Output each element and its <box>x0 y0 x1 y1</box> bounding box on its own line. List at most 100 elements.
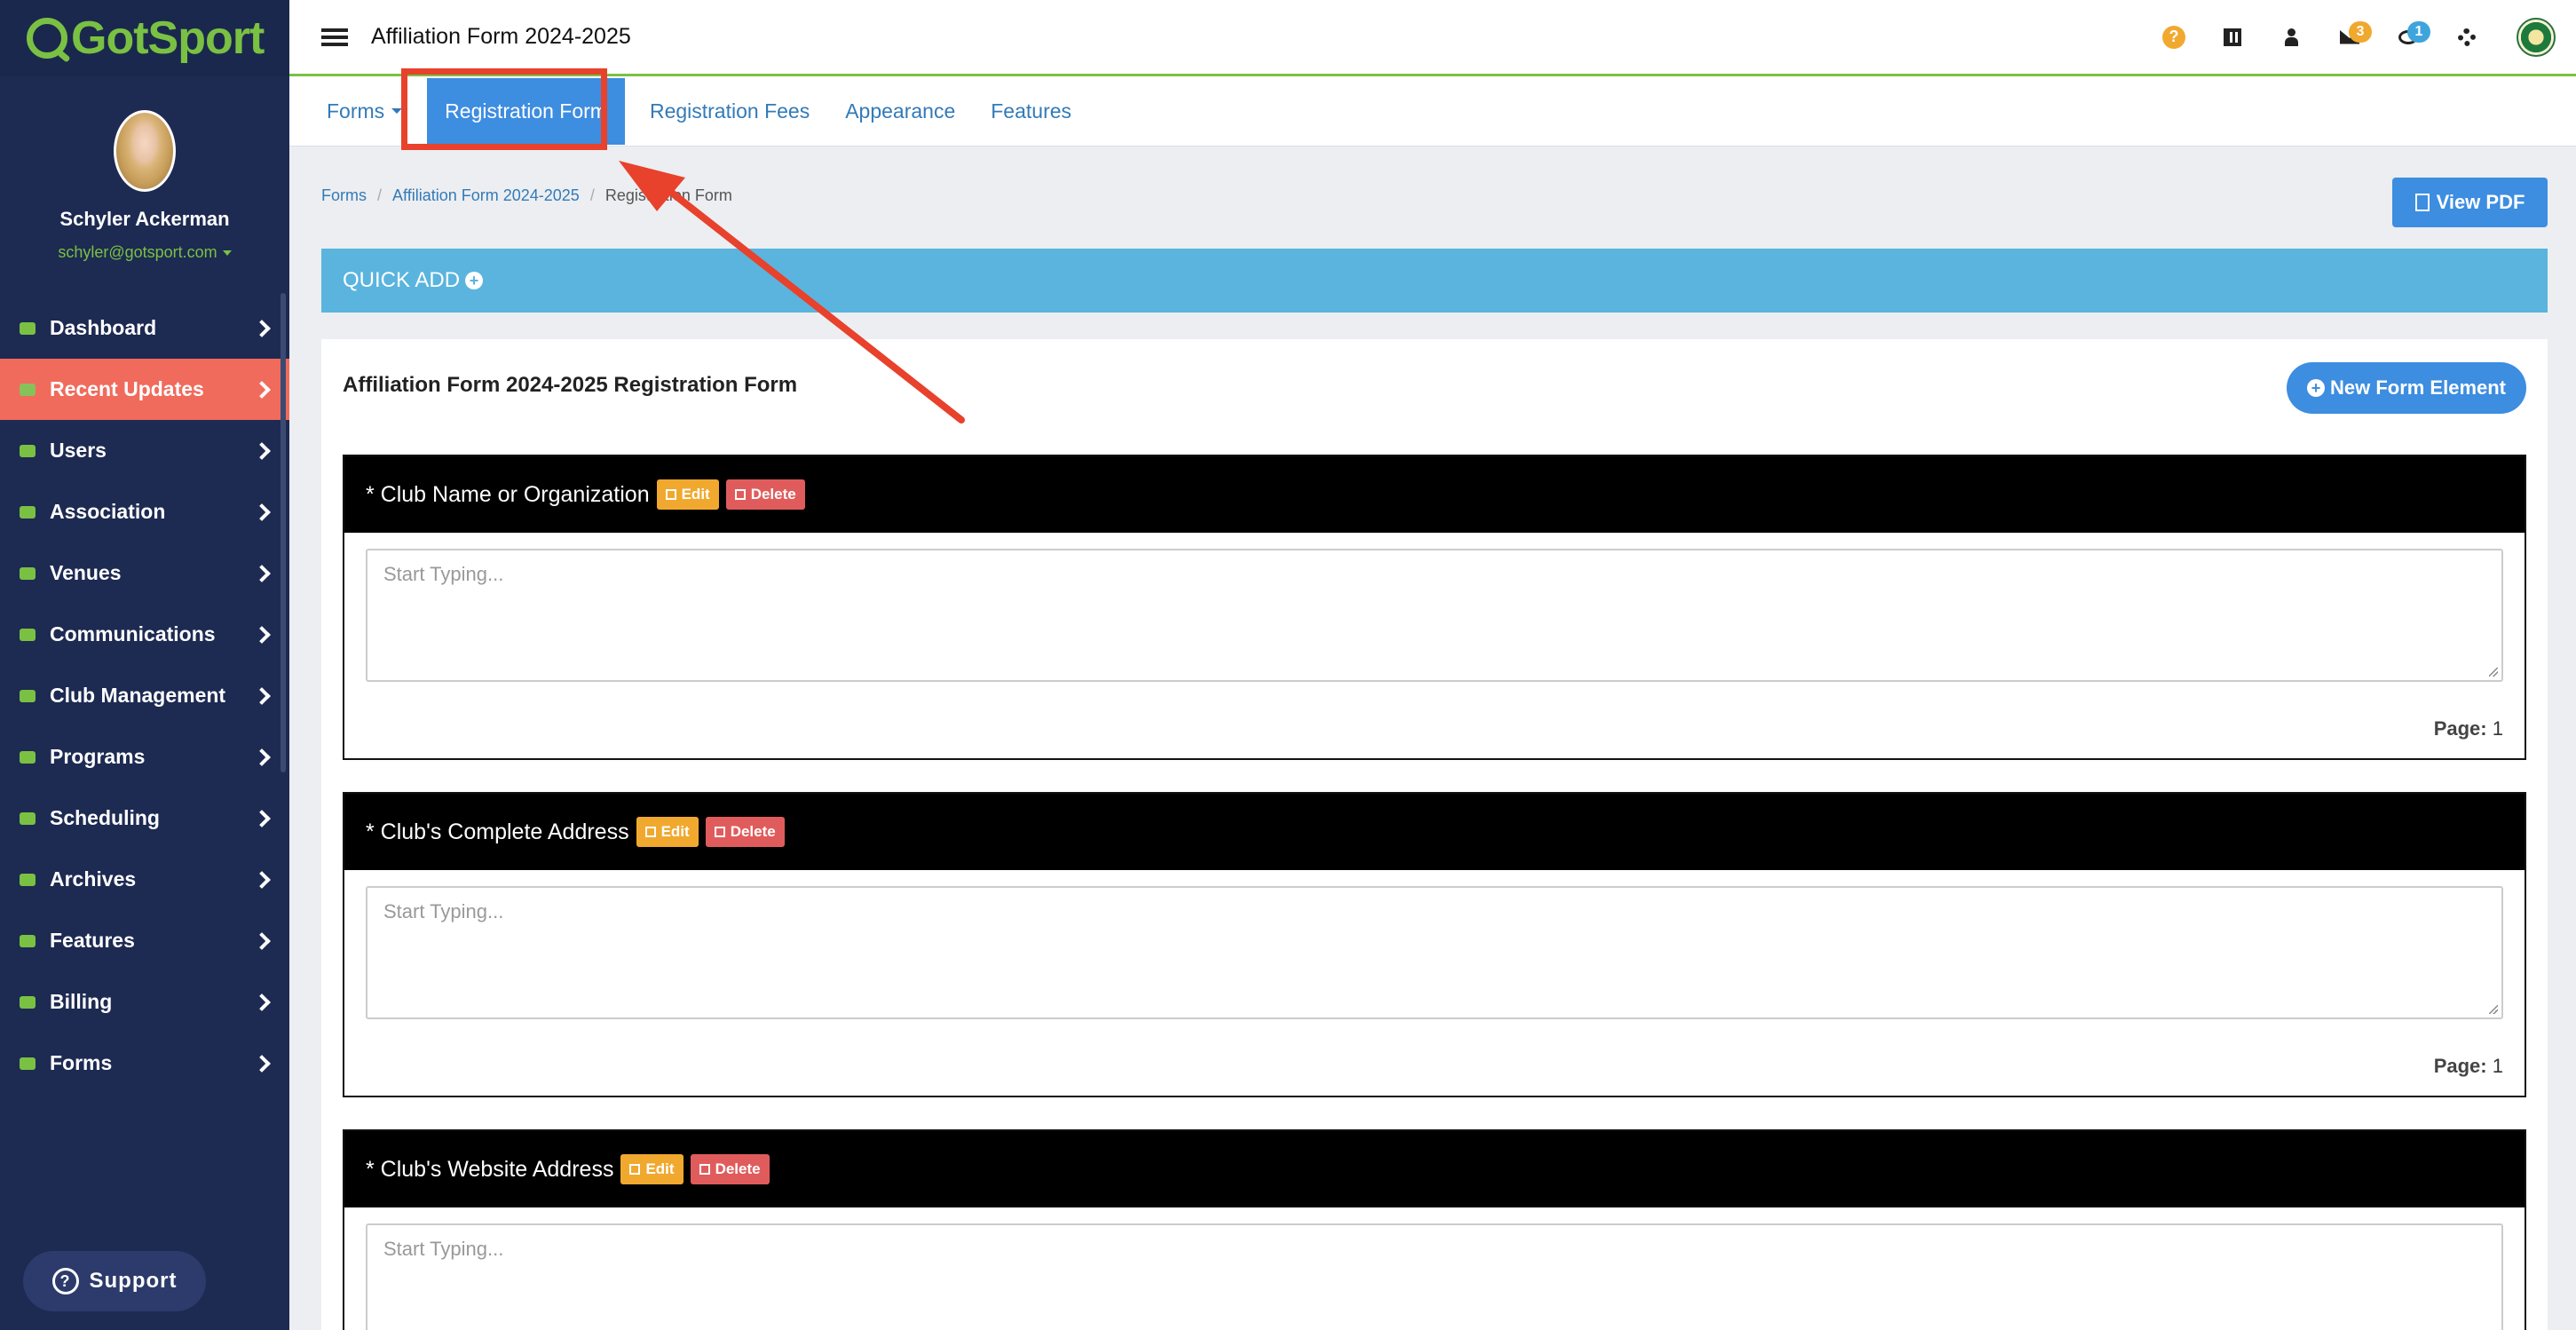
pencil-icon <box>629 1164 641 1175</box>
sidebar: GotSport Schyler Ackerman schyler@gotspo… <box>0 0 289 1330</box>
edit-label: Edit <box>645 1160 675 1177</box>
club-website-textarea[interactable]: Start Typing... <box>366 1223 2503 1330</box>
sidebar-item-archives[interactable]: Archives <box>0 849 289 910</box>
quick-add-label: QUICK ADD <box>343 268 461 292</box>
delete-label: Delete <box>750 486 796 503</box>
delete-button[interactable]: Delete <box>705 817 785 847</box>
sidebar-item-label: Billing <box>50 990 113 1013</box>
trash-icon <box>734 489 746 500</box>
club-address-textarea[interactable]: Start Typing... <box>366 886 2503 1019</box>
sidebar-item-scheduling[interactable]: Scheduling <box>0 788 289 849</box>
user-button[interactable] <box>2262 20 2320 55</box>
help-button[interactable]: ? <box>2145 20 2203 55</box>
sitemap-icon <box>18 504 37 520</box>
sidebar-item-association[interactable]: Association <box>0 481 289 542</box>
breadcrumb-forms-link[interactable]: Forms <box>321 186 367 204</box>
sidebar-item-label: Recent Updates <box>50 377 204 400</box>
organization-logo <box>2517 17 2556 57</box>
sidebar-item-forms[interactable]: Forms <box>0 1033 289 1094</box>
tab-appearance[interactable]: Appearance <box>827 76 973 146</box>
tab-registration-fees[interactable]: Registration Fees <box>632 76 827 146</box>
breadcrumb-current: Registration Form <box>604 186 732 204</box>
sidebar-item-communications[interactable]: Communications <box>0 604 289 665</box>
sidebar-item-label: Features <box>50 929 135 952</box>
organization-button[interactable] <box>2496 17 2576 57</box>
profile-name: Schyler Ackerman <box>59 208 230 230</box>
edit-button[interactable]: Edit <box>620 1154 684 1184</box>
sidebar-item-features[interactable]: Features <box>0 910 289 971</box>
chevron-right-icon <box>253 564 271 582</box>
profile-email-dropdown[interactable]: schyler@gotsport.com <box>0 243 289 262</box>
avatar[interactable] <box>114 110 176 192</box>
pencil-icon <box>665 489 676 500</box>
sidebar-item-label: Programs <box>50 745 146 768</box>
quick-add-bar[interactable]: QUICK ADD + <box>321 249 2548 313</box>
club-name-textarea[interactable]: Start Typing... <box>366 549 2503 682</box>
sidebar-item-recent-updates[interactable]: Recent Updates <box>0 359 289 420</box>
list-icon <box>18 688 37 704</box>
chevron-right-icon <box>253 441 271 460</box>
pdf-file-icon <box>2414 194 2430 211</box>
brand-logo[interactable]: GotSport <box>0 0 289 76</box>
sidebar-scrollbar[interactable] <box>281 293 286 772</box>
annotation-highlight-box <box>401 68 607 150</box>
form-element-label: * Club Name or Organization <box>366 481 650 507</box>
view-pdf-button[interactable]: View PDF <box>2392 178 2548 227</box>
edit-button[interactable]: Edit <box>636 817 699 847</box>
form-element-label: * Club's Website Address <box>366 1156 614 1182</box>
new-form-element-button[interactable]: + New Form Element <box>2287 362 2526 414</box>
support-button[interactable]: ? Support <box>23 1251 206 1311</box>
sidebar-item-billing[interactable]: Billing <box>0 971 289 1033</box>
mail-button[interactable]: 3 <box>2320 20 2379 55</box>
sidebar-item-dashboard[interactable]: Dashboard <box>0 297 289 359</box>
user-icon <box>2285 28 2298 46</box>
edit-button[interactable]: Edit <box>656 479 719 510</box>
chat-icon <box>18 627 37 643</box>
table-icon <box>18 811 37 827</box>
star-icon <box>18 933 37 949</box>
form-element-card: * Club's Website Address Edit Delete Sta… <box>343 1129 2526 1330</box>
delete-label: Delete <box>730 823 776 840</box>
sidebar-item-label: Communications <box>50 622 216 645</box>
settings-button[interactable] <box>2438 20 2496 55</box>
edit-label: Edit <box>660 823 690 840</box>
chevron-right-icon <box>253 686 271 705</box>
sidebar-item-label: Users <box>50 439 107 462</box>
tab-forms-label: Forms <box>327 99 385 123</box>
form-element-label: * Club's Complete Address <box>366 819 629 844</box>
sidebar-item-label: Association <box>50 500 166 523</box>
gotsport-logo-icon <box>27 18 67 59</box>
plus-circle-icon: + <box>465 272 484 289</box>
chevron-right-icon <box>253 870 271 889</box>
tab-features[interactable]: Features <box>973 76 1089 146</box>
credit-card-icon <box>18 994 37 1010</box>
breadcrumb-separator: / <box>377 186 383 204</box>
breadcrumb-form-link[interactable]: Affiliation Form 2024-2025 <box>392 186 580 204</box>
form-tabs: Forms Registration Form Registration Fee… <box>289 76 2576 146</box>
chevron-right-icon <box>253 503 271 521</box>
form-element-card: * Club's Complete Address Edit Delete St… <box>343 792 2526 1097</box>
sidebar-item-venues[interactable]: Venues <box>0 542 289 604</box>
form-title: Affiliation Form 2024-2025 Registration … <box>343 373 798 397</box>
form-element-header: * Club's Complete Address Edit Delete <box>344 794 2525 870</box>
caret-down-icon <box>222 250 232 257</box>
file-icon <box>18 1056 37 1072</box>
delete-button[interactable]: Delete <box>690 1154 770 1184</box>
chevron-right-icon <box>253 748 271 766</box>
document-icon <box>18 749 37 765</box>
chat-button[interactable]: 1 <box>2379 20 2438 55</box>
view-pdf-label: View PDF <box>2436 191 2525 213</box>
sidebar-item-label: Dashboard <box>50 316 157 339</box>
sidebar-item-club-management[interactable]: Club Management <box>0 665 289 726</box>
delete-button[interactable]: Delete <box>725 479 805 510</box>
page-number: 1 <box>2492 1055 2503 1077</box>
qr-code-button[interactable] <box>2203 20 2262 55</box>
hamburger-menu-icon[interactable] <box>321 28 348 46</box>
sidebar-item-programs[interactable]: Programs <box>0 726 289 788</box>
sidebar-item-users[interactable]: Users <box>0 420 289 481</box>
chevron-right-icon <box>253 993 271 1011</box>
sidebar-item-label: Venues <box>50 561 122 584</box>
sidebar-item-label: Forms <box>50 1051 113 1074</box>
top-icons: ? 3 1 <box>2145 0 2576 74</box>
delete-label: Delete <box>715 1160 761 1177</box>
